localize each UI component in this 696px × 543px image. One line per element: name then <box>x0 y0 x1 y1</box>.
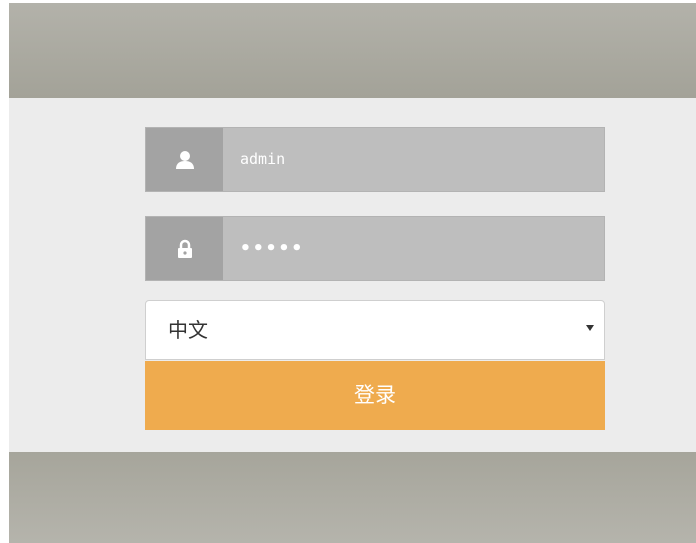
username-value: admin <box>240 150 286 168</box>
username-field[interactable]: admin <box>145 127 605 192</box>
password-field[interactable]: ••••• <box>145 216 605 281</box>
footer-band <box>9 452 696 543</box>
login-page: admin ••••• 中文 登录 <box>9 3 696 543</box>
lock-icon <box>146 217 223 280</box>
login-button[interactable]: 登录 <box>145 361 605 430</box>
password-value: ••••• <box>240 238 305 259</box>
caret-down-icon <box>586 325 594 331</box>
user-icon <box>146 128 223 191</box>
language-selected-value: 中文 <box>168 318 208 342</box>
header-band <box>9 3 696 98</box>
language-select[interactable]: 中文 <box>145 300 605 360</box>
